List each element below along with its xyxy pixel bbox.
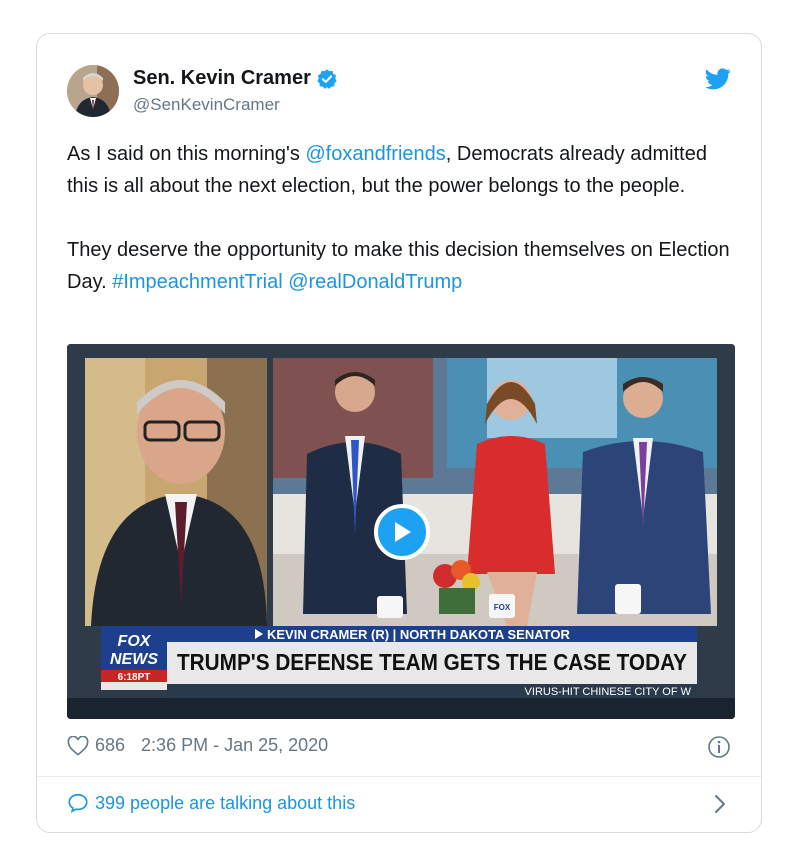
fox-logo-time: 6:18PT — [118, 672, 151, 683]
video-player[interactable]: FOX FOX NEWS 6:18PT KEVIN CRAMER (R) | N… — [67, 344, 735, 719]
conversation-link[interactable]: 399 people are talking about this — [67, 792, 355, 814]
mention-realdonaldtrump-link[interactable]: @realDonaldTrump — [288, 271, 462, 293]
ticker-text: VIRUS-HIT CHINESE CITY OF W — [525, 686, 692, 698]
tweet-text-segment: As I said on this morning's — [67, 143, 306, 165]
author-handle[interactable]: @SenKevinCramer — [133, 95, 280, 115]
tweet-meta: 686 2:36 PM - Jan 25, 2020 — [67, 735, 328, 756]
author-name-row[interactable]: Sen. Kevin Cramer — [133, 67, 338, 90]
tweet-paragraph-1: As I said on this morning's @foxandfrien… — [67, 138, 737, 202]
headline-text: TRUMP'S DEFENSE TEAM GETS THE CASE TODAY — [177, 649, 687, 675]
tweet-paragraph-2: They deserve the opportunity to make thi… — [67, 234, 737, 298]
name-bar-text: KEVIN CRAMER (R) | NORTH DAKOTA SENATOR — [267, 627, 570, 642]
conversation-label[interactable]: 399 people are talking about this — [95, 793, 355, 814]
tweet-text: As I said on this morning's @foxandfrien… — [67, 138, 737, 298]
play-icon — [395, 522, 411, 542]
heart-icon[interactable] — [67, 735, 89, 756]
play-button[interactable] — [374, 504, 430, 560]
tweet-card[interactable]: Sen. Kevin Cramer @SenKevinCramer As I s… — [36, 33, 762, 833]
chevron-right-icon[interactable] — [713, 794, 727, 819]
mug-label: FOX — [494, 603, 511, 612]
mention-foxandfriends-link[interactable]: @foxandfriends — [305, 143, 445, 165]
twitter-bird-icon[interactable] — [705, 68, 731, 95]
author-name[interactable]: Sen. Kevin Cramer — [133, 67, 311, 90]
timestamp[interactable]: 2:36 PM - Jan 25, 2020 — [141, 735, 328, 756]
fox-logo-line1: FOX — [118, 633, 152, 650]
like-count[interactable]: 686 — [95, 735, 125, 756]
avatar[interactable] — [67, 65, 119, 117]
speech-bubble-icon — [67, 792, 89, 814]
divider — [37, 776, 761, 777]
verified-badge-icon — [316, 68, 338, 90]
hashtag-impeachmenttrial-link[interactable]: #ImpeachmentTrial — [112, 271, 282, 293]
info-icon[interactable] — [707, 735, 731, 764]
fox-logo-line2: NEWS — [110, 651, 158, 668]
avatar-image — [67, 65, 119, 117]
